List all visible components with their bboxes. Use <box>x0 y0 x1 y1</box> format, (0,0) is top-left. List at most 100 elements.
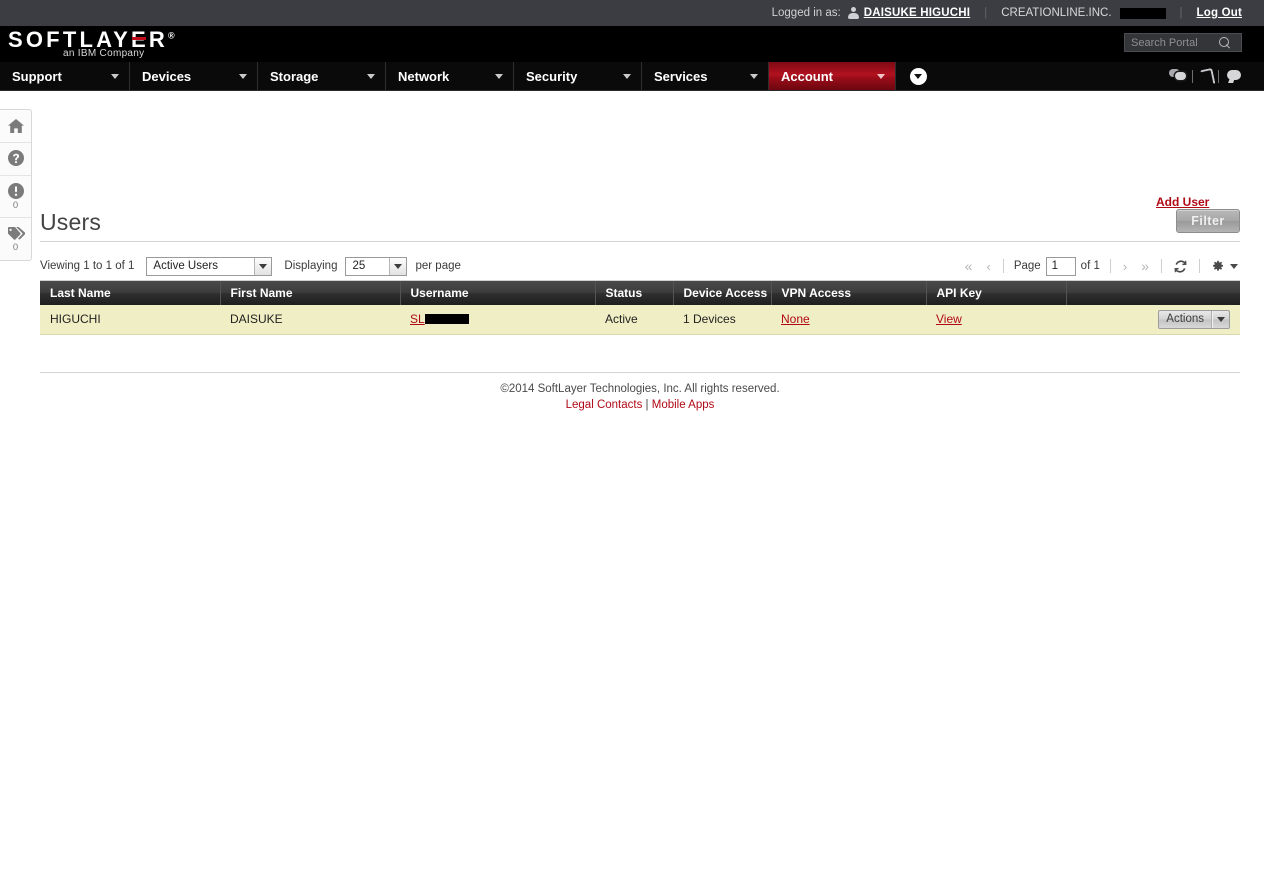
users-table-body: HIGUCHI DAISUKE SL Active 1 Devices None… <box>40 305 1240 335</box>
cell-api-key: View <box>926 305 1066 335</box>
users-table-head: Last Name First Name Username Status Dev… <box>40 281 1240 305</box>
actions-button-label: Actions <box>1159 310 1212 328</box>
copyright-text: ©2014 SoftLayer Technologies, Inc. All r… <box>500 383 780 395</box>
vpn-access-link[interactable]: None <box>781 312 810 326</box>
logo-text-part3: R <box>148 27 169 52</box>
chat-bubbles-icon[interactable] <box>1169 69 1186 83</box>
sidebar-item-tags[interactable]: 0 <box>0 218 31 260</box>
last-page-button[interactable]: » <box>1134 258 1156 274</box>
left-sidebar: 0 0 <box>0 109 32 261</box>
nav-expand-button[interactable] <box>910 62 927 90</box>
filter-button[interactable]: Filter <box>1176 209 1240 233</box>
column-header-status[interactable]: Status <box>595 281 674 305</box>
nav-right-icons <box>1169 62 1264 90</box>
chevron-down-icon <box>111 73 119 79</box>
main-navigation: Support Devices Storage Network Security… <box>0 62 1264 91</box>
chevron-down-icon[interactable] <box>1212 310 1229 328</box>
nav-item-account[interactable]: Account <box>769 62 896 90</box>
user-icon <box>847 7 859 19</box>
chevron-down-icon[interactable] <box>254 257 272 275</box>
chevron-down-icon <box>750 73 758 79</box>
table-header-row: Last Name First Name Username Status Dev… <box>40 281 1240 305</box>
cell-first-name: DAISUKE <box>220 305 400 335</box>
user-filter-select[interactable]: Active Users <box>146 256 273 276</box>
page-title: Users <box>40 209 102 235</box>
cell-username: SL <box>400 305 595 335</box>
pager-divider-3 <box>1161 259 1162 273</box>
column-header-actions <box>1066 281 1240 305</box>
pagination-controls: « ‹ Page of 1 › » <box>958 256 1240 276</box>
sidebar-item-alerts[interactable]: 0 <box>0 176 31 218</box>
nav-item-storage[interactable]: Storage <box>258 62 386 90</box>
home-icon <box>7 118 24 133</box>
per-page-value: 25 <box>352 260 366 272</box>
column-header-device-access[interactable]: Device Access <box>673 281 772 305</box>
logged-in-user-link[interactable]: DAISUKE HIGUCHI <box>864 7 971 19</box>
api-key-view-link[interactable]: View <box>936 312 962 326</box>
page-footer: ©2014 SoftLayer Technologies, Inc. All r… <box>40 381 1240 413</box>
column-header-username[interactable]: Username <box>400 281 596 305</box>
legal-contacts-link[interactable]: Legal Contacts <box>566 399 643 411</box>
prev-page-button[interactable]: ‹ <box>979 259 997 274</box>
alert-icon <box>7 183 24 199</box>
brand-band: SOFTLAYER® an IBM Company <box>0 26 1264 62</box>
logged-in-label: Logged in as: <box>771 7 841 19</box>
chevron-down-icon <box>495 73 503 79</box>
mobile-apps-link[interactable]: Mobile Apps <box>652 399 715 411</box>
chevron-down-circle-icon[interactable] <box>910 67 927 85</box>
sidebar-item-help[interactable] <box>0 143 31 176</box>
nav-item-security[interactable]: Security <box>514 62 642 90</box>
column-header-vpn-access[interactable]: VPN Access <box>771 281 927 305</box>
viewing-count-text: Viewing 1 to 1 of 1 <box>40 260 135 272</box>
page-total-label: of 1 <box>1080 260 1100 272</box>
column-header-first-name[interactable]: First Name <box>220 281 401 305</box>
nav-label-storage: Storage <box>270 68 319 84</box>
add-user-link[interactable]: Add User <box>1156 195 1264 209</box>
username-redaction <box>424 314 469 325</box>
chat-bubble-icon[interactable] <box>1225 69 1242 83</box>
page-number-input[interactable] <box>1045 256 1076 276</box>
list-toolbar: Viewing 1 to 1 of 1 Active Users Display… <box>40 252 1240 281</box>
nav-label-security: Security <box>526 68 578 84</box>
per-page-label: per page <box>415 260 461 272</box>
user-filter-value: Active Users <box>153 260 218 272</box>
displaying-label: Displaying <box>284 260 338 272</box>
search-portal-box[interactable] <box>1124 33 1242 52</box>
nav-item-services[interactable]: Services <box>642 62 769 90</box>
sidebar-count-alerts: 0 <box>12 200 19 211</box>
per-page-select[interactable]: 25 <box>345 256 408 276</box>
topbar-divider-2: | <box>1179 7 1183 19</box>
sidebar-item-home[interactable] <box>0 110 31 143</box>
nav-item-support[interactable]: Support <box>0 62 130 90</box>
icon-divider-1 <box>1192 69 1193 83</box>
nav-item-devices[interactable]: Devices <box>130 62 258 90</box>
search-icon[interactable] <box>1219 36 1231 49</box>
next-page-button[interactable]: › <box>1116 259 1134 274</box>
username-link[interactable]: SL <box>410 312 469 326</box>
log-out-link[interactable]: Log Out <box>1197 7 1242 19</box>
actions-button[interactable]: Actions <box>1158 309 1230 329</box>
chevron-down-icon[interactable] <box>1230 263 1238 269</box>
search-input[interactable] <box>1125 34 1219 51</box>
help-icon <box>7 150 24 166</box>
brand-tagline: an IBM Company <box>63 48 145 59</box>
cell-actions: Actions <box>1066 305 1240 335</box>
table-row[interactable]: HIGUCHI DAISUKE SL Active 1 Devices None… <box>40 305 1240 335</box>
nav-label-services: Services <box>654 68 708 84</box>
pager-divider-4 <box>1199 259 1200 273</box>
page-body: 0 0 Add User Users Filter Viewing 1 to 1… <box>0 91 1264 883</box>
refresh-icon[interactable] <box>1173 259 1188 274</box>
footer-links: Legal Contacts | Mobile Apps <box>40 397 1240 413</box>
column-header-api-key[interactable]: API Key <box>926 281 1067 305</box>
nav-item-network[interactable]: Network <box>386 62 514 90</box>
cell-vpn-access: None <box>771 305 926 335</box>
phone-icon[interactable] <box>1199 69 1212 83</box>
sidebar-count-tags: 0 <box>12 242 19 253</box>
chevron-down-icon <box>239 73 247 79</box>
gear-icon[interactable] <box>1211 259 1225 273</box>
chevron-down-icon[interactable] <box>389 257 407 275</box>
users-table: Last Name First Name Username Status Dev… <box>40 281 1240 335</box>
first-page-button[interactable]: « <box>958 258 980 274</box>
nav-label-network: Network <box>398 68 450 84</box>
column-header-last-name[interactable]: Last Name <box>40 281 221 305</box>
